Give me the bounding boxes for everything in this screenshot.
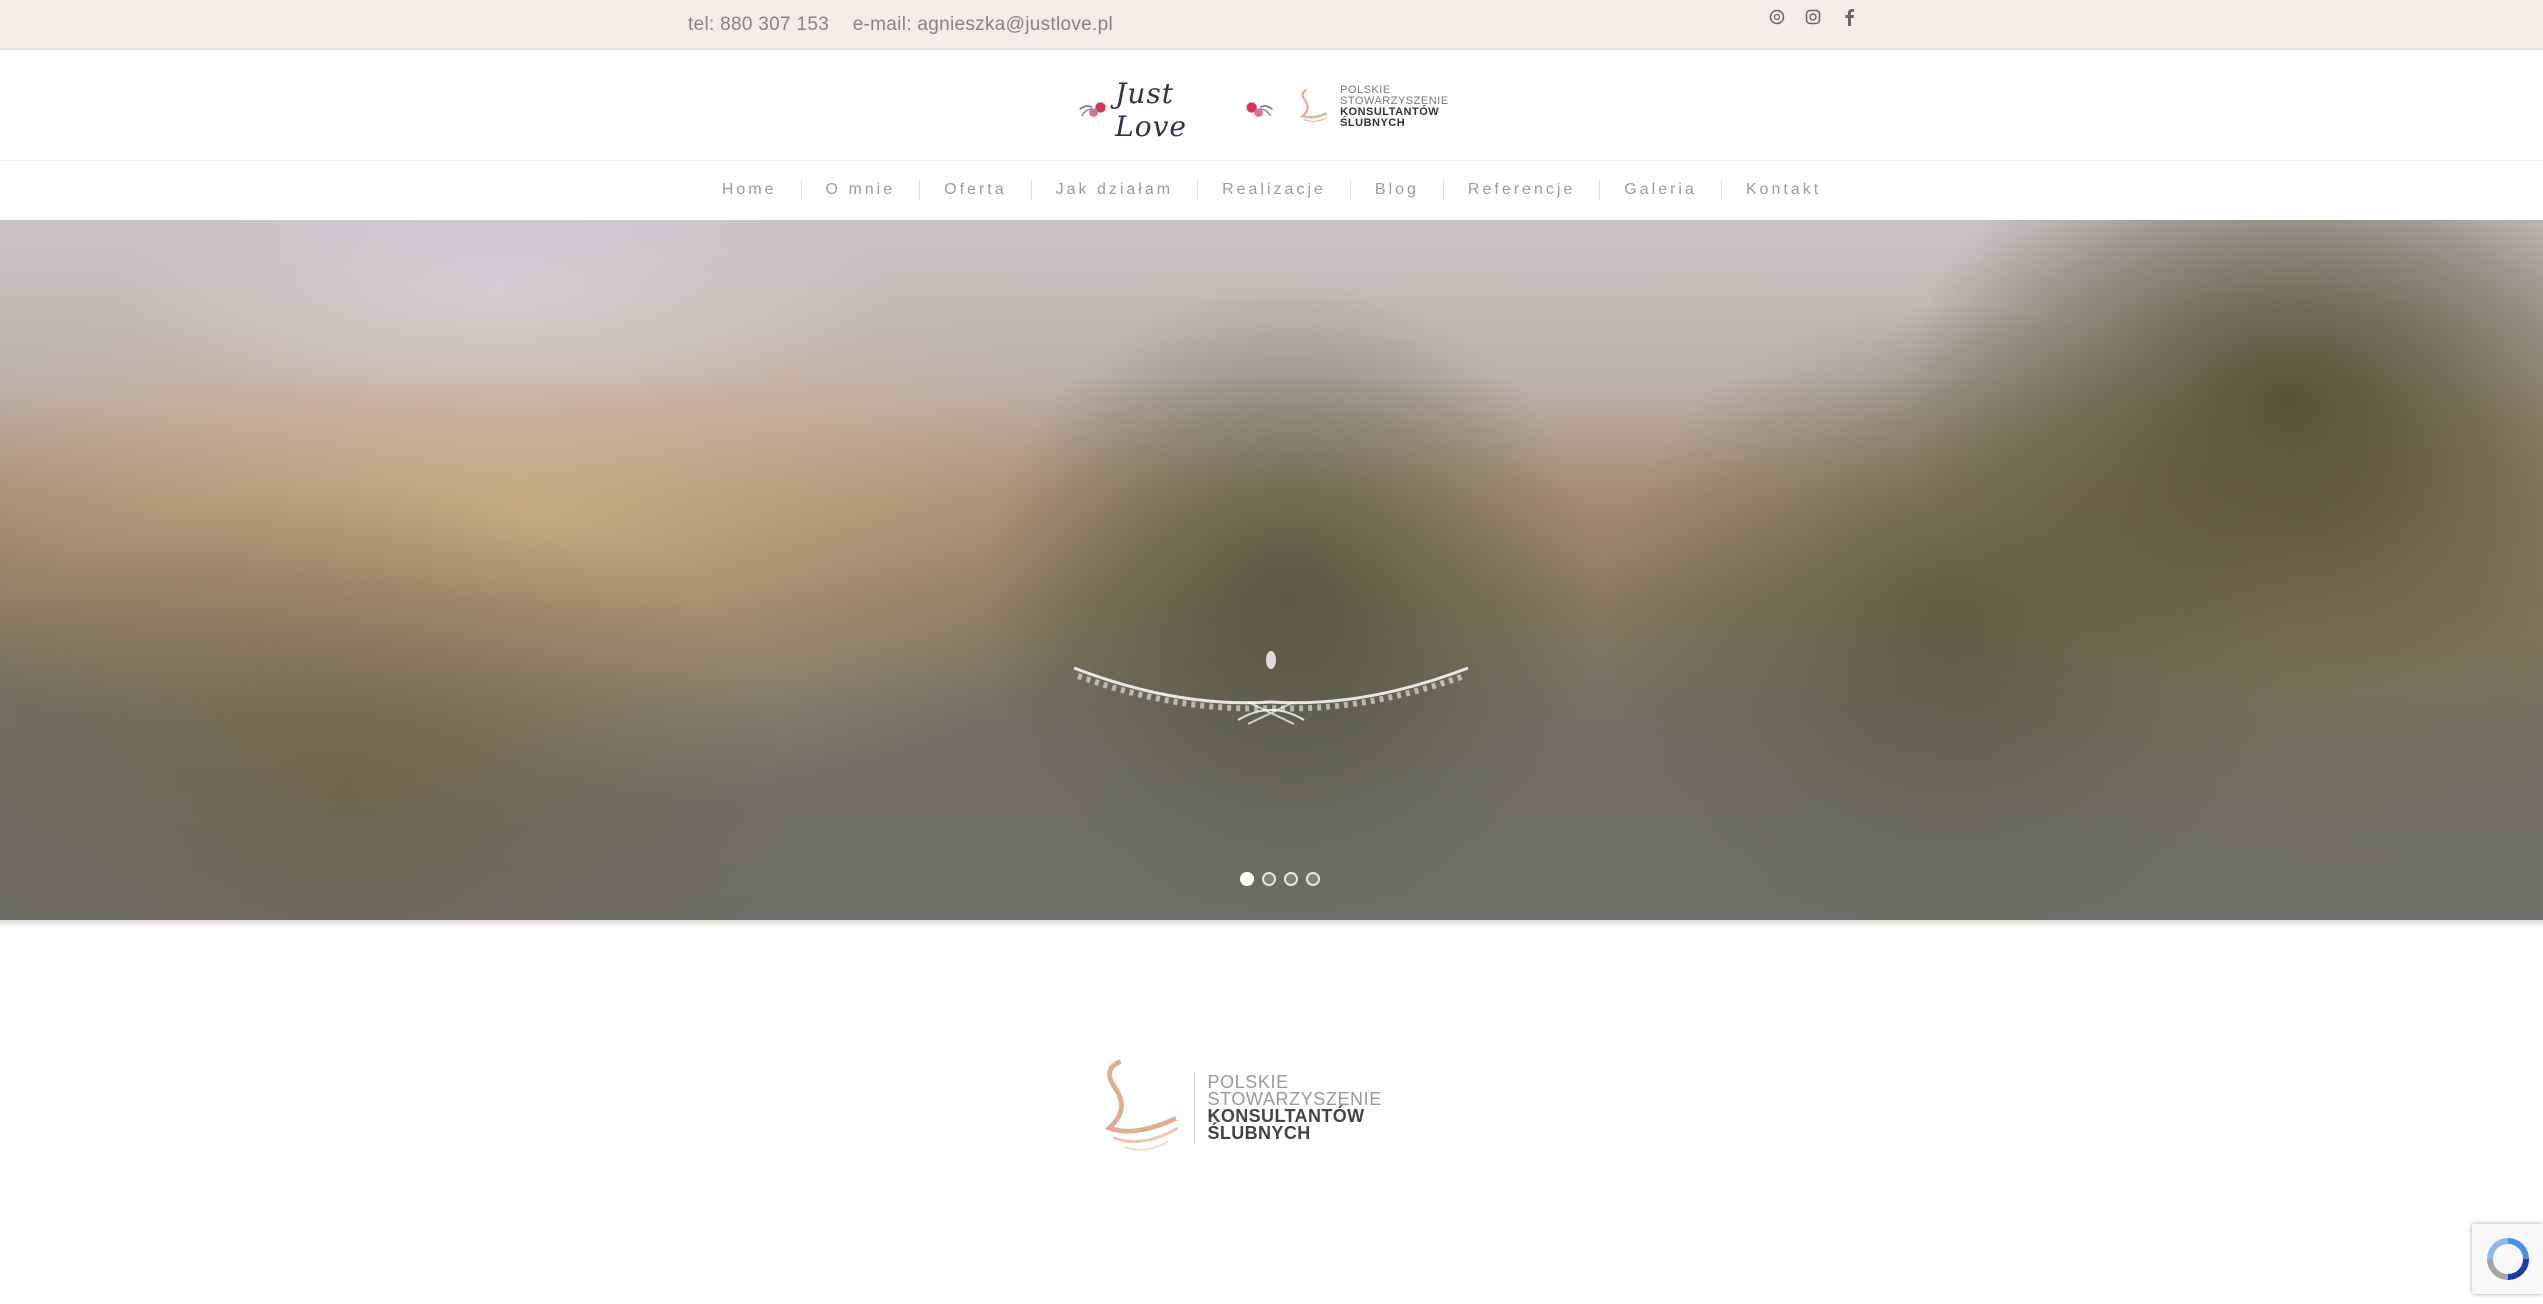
tree-silhouette [980, 280, 1600, 920]
swan-icon [1299, 88, 1328, 123]
nav-item-oferta[interactable]: Oferta [920, 180, 1032, 200]
globe-icon[interactable] [1766, 6, 1788, 28]
partner-logo-text: POLSKIE STOWARZYSZENIE KONSULTANTÓW ŚLUB… [1340, 85, 1466, 129]
top-contact-bar: tel: 880 307 153 e-mail: agnieszka@justl… [0, 0, 2543, 50]
partner-logo[interactable]: POLSKIE STOWARZYSZENIE KONSULTANTÓW ŚLUB… [1296, 72, 1466, 142]
slider-dot-4[interactable] [1306, 872, 1320, 886]
association-line-1: POLSKIE STOWARZYSZENIE [1207, 1072, 1382, 1109]
phone-number[interactable]: tel: 880 307 153 [688, 14, 829, 35]
flower-left-icon [1079, 102, 1106, 117]
garland-emblem [1073, 651, 1469, 725]
flower-right-icon [1246, 102, 1273, 117]
nav-item-galeria[interactable]: Galeria [1600, 180, 1722, 200]
slider-pagination [1240, 872, 1320, 886]
just-love-logo[interactable]: Just Love [1078, 77, 1274, 143]
contact-info: tel: 880 307 153 e-mail: agnieszka@justl… [688, 14, 1131, 36]
association-logo[interactable]: POLSKIE STOWARZYSZENIE KONSULTANTÓW ŚLUB… [1096, 1052, 1456, 1164]
site-header: Just Love POLSKIE STOWARZYSZENIE KONSULT… [0, 50, 2543, 160]
instagram-icon[interactable] [1802, 6, 1824, 28]
tree-silhouette [100, 220, 900, 420]
association-line-3: ŚLUBNYCH [1207, 1123, 1311, 1143]
social-links [1766, 6, 1860, 28]
main-navigation: Home O mnie Oferta Jak działam Realizacj… [0, 160, 2543, 219]
nav-item-realizacje[interactable]: Realizacje [1198, 180, 1351, 200]
swan-icon [1104, 1059, 1179, 1151]
recaptcha-badge[interactable] [2472, 1224, 2543, 1294]
slider-dot-1[interactable] [1240, 872, 1254, 886]
nav-item-home[interactable]: Home [698, 180, 802, 200]
slider-dot-3[interactable] [1284, 872, 1298, 886]
hero-shadow [0, 920, 2543, 928]
recaptcha-icon [2486, 1238, 2529, 1280]
nav-item-blog[interactable]: Blog [1351, 180, 1444, 200]
association-name: POLSKIE STOWARZYSZENIE KONSULTANTÓW ŚLUB… [1207, 1072, 1456, 1143]
email-address[interactable]: e-mail: agnieszka@justlove.pl [853, 14, 1113, 35]
partner-logo-line-3: ŚLUBNYCH [1340, 117, 1406, 129]
logo-wordmark: Just Love [1115, 77, 1187, 143]
partner-logo-line-1: POLSKIE STOWARZYSZENIE [1340, 84, 1449, 107]
hero-slider[interactable] [0, 220, 2543, 920]
nav-item-kontakt[interactable]: Kontakt [1722, 180, 1845, 200]
nav-item-o-mnie[interactable]: O mnie [802, 180, 921, 200]
facebook-icon[interactable] [1838, 6, 1860, 28]
slider-dot-2[interactable] [1262, 872, 1276, 886]
logo-divider [1193, 1073, 1196, 1143]
nav-item-jak-dzialam[interactable]: Jak działam [1032, 180, 1199, 200]
tree-silhouette [0, 480, 800, 920]
nav-item-referencje[interactable]: Referencje [1444, 180, 1601, 200]
